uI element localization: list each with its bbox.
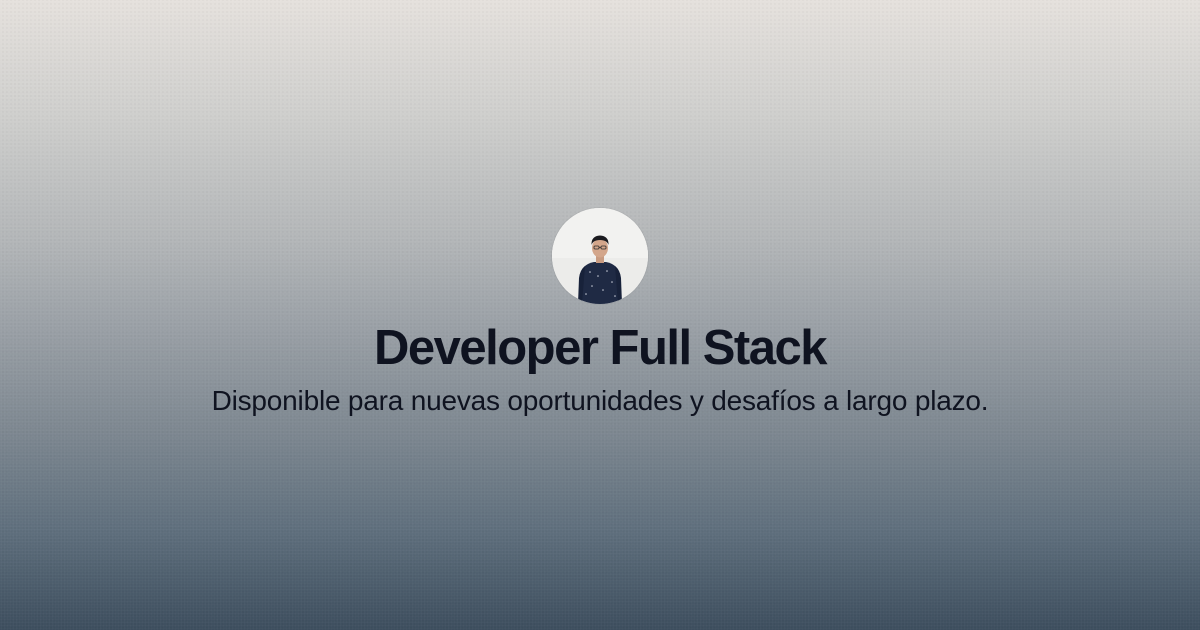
avatar <box>552 208 648 304</box>
page-title: Developer Full Stack <box>373 321 828 375</box>
avatar-photo <box>552 208 648 304</box>
page-subtitle: Disponible para nuevas oportunidades y d… <box>211 384 989 416</box>
profile-block: Developer Full Stack Disponible para nue… <box>0 208 1200 417</box>
share-card: Developer Full Stack Disponible para nue… <box>0 0 1200 630</box>
